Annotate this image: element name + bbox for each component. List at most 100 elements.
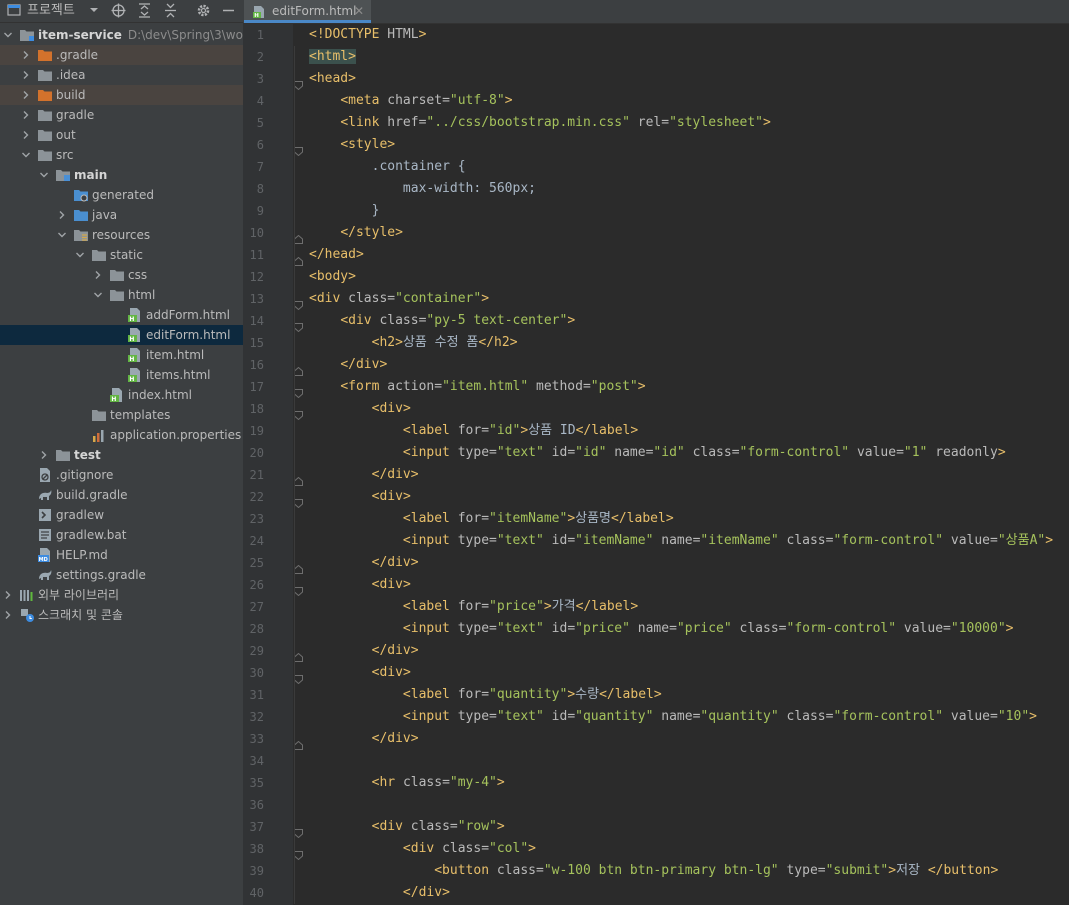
- tree-item[interactable]: 외부 라이브러리: [0, 585, 243, 605]
- code-line: <meta charset="utf-8">: [340, 93, 513, 108]
- chevron-down-icon[interactable]: [57, 225, 71, 245]
- tree-item-label: settings.gradle: [56, 568, 146, 582]
- fold-end-icon[interactable]: [294, 361, 303, 376]
- tree-item[interactable]: HaddForm.html: [0, 305, 243, 325]
- line-number: 36: [249, 798, 264, 812]
- tree-item[interactable]: settings.gradle: [0, 565, 243, 585]
- shell-file-icon: [37, 507, 53, 523]
- tab-editform[interactable]: H editForm.html ✕: [244, 0, 371, 23]
- hide-panel-icon[interactable]: [222, 0, 236, 22]
- fold-end-icon[interactable]: [294, 251, 303, 266]
- collapse-all-icon[interactable]: [164, 0, 178, 22]
- code-line: <input type="text" id="price" name="pric…: [402, 621, 1014, 636]
- expand-all-icon[interactable]: [138, 0, 152, 22]
- code-area[interactable]: <!DOCTYPE HTML> <html> <head> <meta charse…: [309, 24, 1069, 905]
- code-line: <style>: [340, 137, 396, 152]
- tree-item[interactable]: Hitem.html: [0, 345, 243, 365]
- fold-collapse-icon[interactable]: [294, 669, 303, 685]
- tree-item[interactable]: out: [0, 125, 243, 145]
- chevron-down-icon[interactable]: [75, 245, 89, 265]
- fold-collapse-icon[interactable]: [294, 141, 303, 157]
- chevron-right-icon[interactable]: [39, 445, 53, 465]
- tree-item[interactable]: html: [0, 285, 243, 305]
- tree-item[interactable]: test: [0, 445, 243, 465]
- tree-item-label: build.gradle: [56, 488, 128, 502]
- gear-icon[interactable]: [196, 0, 212, 22]
- tree-item[interactable]: gradlew.bat: [0, 525, 243, 545]
- tree-item-label: gradlew.bat: [56, 528, 127, 542]
- fold-end-icon[interactable]: [294, 471, 303, 486]
- code-line: <hr class="my-4">: [371, 775, 505, 790]
- line-number: 7: [256, 160, 264, 174]
- chevron-right-icon[interactable]: [3, 605, 17, 625]
- tree-item[interactable]: css: [0, 265, 243, 285]
- line-number: 4: [256, 94, 264, 108]
- chevron-right-icon[interactable]: [93, 265, 107, 285]
- chevron-down-icon[interactable]: [21, 145, 35, 165]
- tree-item[interactable]: templates: [0, 405, 243, 425]
- fold-end-icon[interactable]: [294, 559, 303, 574]
- tree-item[interactable]: Hitems.html: [0, 365, 243, 385]
- chevron-right-icon[interactable]: [21, 45, 35, 65]
- code-line: <div>: [371, 401, 411, 416]
- tree-item[interactable]: Hindex.html: [0, 385, 243, 405]
- tree-item[interactable]: java: [0, 205, 243, 225]
- fold-collapse-icon[interactable]: [294, 405, 303, 421]
- chevron-right-icon[interactable]: [3, 585, 17, 605]
- tree-item[interactable]: build.gradle: [0, 485, 243, 505]
- chevron-right-icon[interactable]: [21, 85, 35, 105]
- tree-item[interactable]: static: [0, 245, 243, 265]
- fold-collapse-icon[interactable]: [294, 581, 303, 597]
- line-number: 30: [249, 666, 264, 680]
- tree-item-label: java: [92, 208, 118, 222]
- chevron-right-icon[interactable]: [21, 65, 35, 85]
- fold-collapse-icon[interactable]: [294, 845, 303, 861]
- tree-item[interactable]: gradlew: [0, 505, 243, 525]
- tree-item[interactable]: item-service D:\dev\Spring\3\wor: [0, 25, 243, 45]
- fold-collapse-icon[interactable]: [294, 295, 303, 311]
- chevron-down-icon[interactable]: [93, 285, 107, 305]
- code-line: <div>: [371, 577, 411, 592]
- svg-text:H: H: [129, 356, 134, 363]
- chevron-down-icon[interactable]: [39, 165, 53, 185]
- markdown-file-icon: MD: [37, 547, 53, 563]
- fold-collapse-icon[interactable]: [294, 317, 303, 333]
- tree-item-label: html: [128, 288, 156, 302]
- chevron-right-icon[interactable]: [21, 125, 35, 145]
- tree-item[interactable]: .gradle: [0, 45, 243, 65]
- chevron-down-icon[interactable]: [3, 25, 17, 45]
- fold-end-icon[interactable]: [294, 229, 303, 244]
- chevron-right-icon[interactable]: [57, 205, 71, 225]
- tree-item[interactable]: .idea: [0, 65, 243, 85]
- line-number: 14: [249, 314, 264, 328]
- fold-collapse-icon[interactable]: [294, 383, 303, 399]
- fold-collapse-icon[interactable]: [294, 75, 303, 91]
- tree-item[interactable]: MD HELP.md: [0, 545, 243, 565]
- code-line: <input type="text" id="itemName" name="i…: [402, 533, 1054, 548]
- tree-item[interactable]: HeditForm.html: [0, 325, 243, 345]
- tree-item[interactable]: resources: [0, 225, 243, 245]
- close-icon[interactable]: ✕: [354, 0, 364, 22]
- line-number: 39: [249, 864, 264, 878]
- tree-item-label: HELP.md: [56, 548, 108, 562]
- tree-item-label: generated: [92, 188, 154, 202]
- view-dropdown-icon[interactable]: [89, 0, 101, 22]
- tree-item[interactable]: .gitignore: [0, 465, 243, 485]
- tree-item[interactable]: main: [0, 165, 243, 185]
- fold-collapse-icon[interactable]: [294, 493, 303, 509]
- tree-item[interactable]: gradle: [0, 105, 243, 125]
- tree-item[interactable]: 스크래치 및 콘솔: [0, 605, 243, 625]
- fold-collapse-icon[interactable]: [294, 823, 303, 839]
- tree-item-label: items.html: [146, 368, 211, 382]
- chevron-right-icon[interactable]: [21, 105, 35, 125]
- tree-item[interactable]: application.properties: [0, 425, 243, 445]
- tree-item-label: .idea: [56, 68, 86, 82]
- project-view-title[interactable]: 프로젝트: [27, 0, 75, 22]
- tree-item[interactable]: src: [0, 145, 243, 165]
- tree-item[interactable]: build: [0, 85, 243, 105]
- fold-end-icon[interactable]: [294, 735, 303, 750]
- tree-item[interactable]: generated: [0, 185, 243, 205]
- svg-text:MD: MD: [39, 557, 48, 563]
- locate-file-icon[interactable]: [111, 0, 127, 22]
- fold-end-icon[interactable]: [294, 647, 303, 662]
